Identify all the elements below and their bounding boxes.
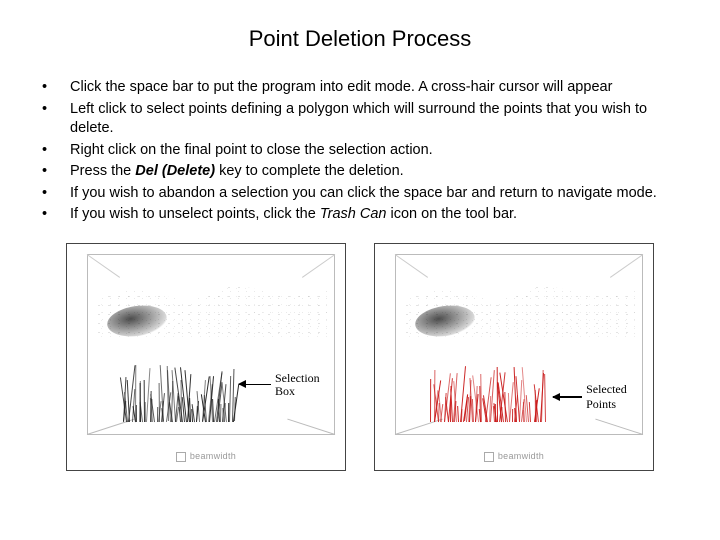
bullet-icon: • (40, 162, 70, 182)
bullet-icon: • (40, 141, 70, 161)
selected-points-cluster (430, 357, 545, 422)
icon-name: Trash Can (320, 206, 387, 222)
list-item: • Click the space bar to put the program… (40, 78, 680, 98)
instruction-text: If you wish to abandon a selection you c… (70, 184, 680, 204)
selection-box-cluster (122, 357, 237, 422)
axis-label: beamwidth (67, 451, 345, 462)
instruction-text: If you wish to unselect points, click th… (70, 205, 680, 225)
arrow-icon (239, 384, 271, 386)
bullet-icon: • (40, 100, 70, 120)
list-item: • Left click to select points defining a… (40, 100, 680, 139)
annotation-selected-points: Selected Points (553, 382, 653, 412)
list-item: • If you wish to abandon a selection you… (40, 184, 680, 204)
axis-label: beamwidth (375, 451, 653, 462)
figure-right: Selected Points beamwidth (374, 243, 654, 471)
bullet-icon: • (40, 184, 70, 204)
instructions-list: • Click the space bar to put the program… (40, 78, 680, 225)
key-name: Del (Delete) (135, 163, 215, 179)
figures-row: Selection Box beamwidth Selected Points … (40, 243, 680, 471)
annotation-selection: Selection Box (239, 372, 320, 397)
page-title: Point Deletion Process (40, 26, 680, 52)
list-item: • If you wish to unselect points, click … (40, 205, 680, 225)
figure-left: Selection Box beamwidth (66, 243, 346, 471)
instruction-text: Left click to select points defining a p… (70, 100, 680, 139)
list-item: • Press the Del (Delete) key to complete… (40, 162, 680, 182)
bullet-icon: • (40, 78, 70, 98)
instruction-text: Click the space bar to put the program i… (70, 78, 680, 98)
list-item: • Right click on the final point to clos… (40, 141, 680, 161)
arrow-icon (553, 396, 582, 398)
instruction-text: Press the Del (Delete) key to complete t… (70, 162, 680, 182)
bullet-icon: • (40, 205, 70, 225)
instruction-text: Right click on the final point to close … (70, 141, 680, 161)
